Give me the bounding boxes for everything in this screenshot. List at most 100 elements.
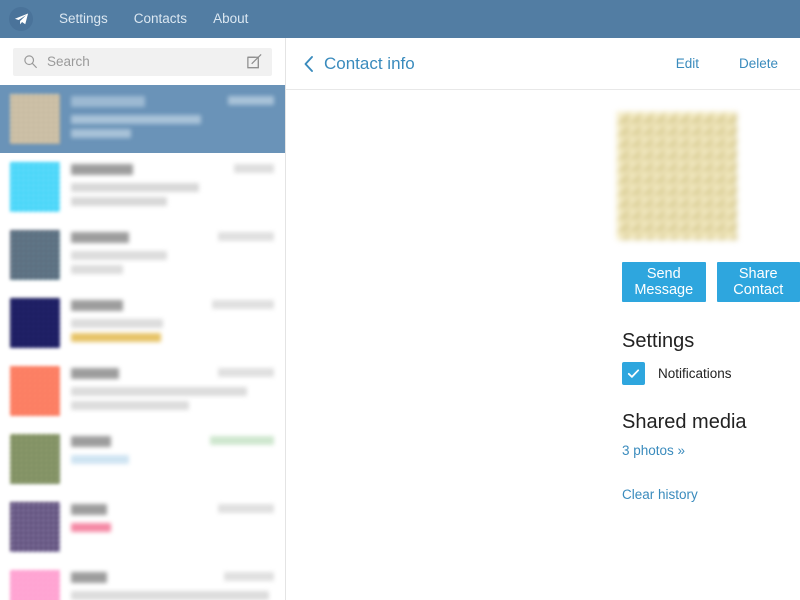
chat-title-row	[71, 232, 274, 251]
top-menu-items: Settings Contacts About	[46, 0, 261, 38]
chat-preview-redacted	[71, 401, 189, 410]
check-icon	[627, 369, 640, 378]
chat-preview-redacted	[71, 265, 123, 274]
chat-title-row	[71, 96, 274, 115]
contact-info-content: Send Message Share Contact Settings Noti…	[286, 90, 800, 600]
chat-timestamp-redacted	[218, 368, 274, 377]
chat-list-item[interactable]	[0, 221, 285, 289]
notifications-row[interactable]: Notifications	[622, 362, 800, 385]
chat-name-redacted	[71, 436, 111, 447]
chat-name-redacted	[71, 96, 145, 107]
chat-preview-redacted	[71, 387, 247, 396]
chat-timestamp-redacted	[234, 164, 274, 173]
chat-preview-redacted	[71, 455, 129, 464]
contact-action-buttons: Send Message Share Contact	[286, 262, 800, 302]
header-actions: Edit Delete	[636, 56, 778, 71]
contact-photo[interactable]	[617, 112, 737, 240]
contact-summary	[286, 112, 800, 240]
chat-list-item[interactable]	[0, 85, 285, 153]
menu-item-about[interactable]: About	[200, 0, 261, 38]
menu-item-contacts[interactable]: Contacts	[121, 0, 200, 38]
clear-history-section: Clear history	[286, 487, 800, 502]
chat-name-redacted	[71, 300, 123, 311]
chat-timestamp-redacted	[212, 300, 274, 309]
chat-title-row	[71, 436, 274, 455]
send-message-button[interactable]: Send Message	[622, 262, 706, 302]
shared-photos-link[interactable]: 3 photos »	[622, 443, 800, 458]
chat-preview-redacted	[71, 183, 199, 192]
chat-meta	[71, 94, 274, 143]
chat-list-item[interactable]	[0, 561, 285, 600]
chat-avatar	[10, 570, 60, 600]
chat-preview-redacted	[71, 591, 269, 600]
chat-preview-redacted	[71, 115, 201, 124]
chat-preview-redacted	[71, 197, 167, 206]
top-menu-bar: Settings Contacts About	[0, 0, 800, 38]
chat-meta	[71, 570, 274, 600]
contact-info-header: Contact info Edit Delete	[286, 38, 800, 90]
search-box[interactable]	[13, 47, 272, 76]
page-title[interactable]: Contact info	[324, 54, 415, 74]
search-input[interactable]	[47, 54, 240, 69]
chat-timestamp-redacted	[224, 572, 274, 581]
main-body: Contact info Edit Delete	[0, 38, 800, 600]
settings-section: Settings Notifications	[286, 330, 800, 385]
chat-meta	[71, 162, 274, 211]
menu-item-settings[interactable]: Settings	[46, 0, 121, 38]
chat-name-redacted	[71, 504, 107, 515]
share-contact-button[interactable]: Share Contact	[716, 262, 800, 302]
chat-avatar	[10, 162, 60, 212]
edit-button[interactable]: Edit	[676, 56, 699, 71]
chat-meta	[71, 298, 274, 347]
search-icon	[24, 55, 37, 69]
chat-timestamp-redacted	[210, 436, 274, 445]
chat-avatar	[10, 434, 60, 484]
settings-section-title: Settings	[622, 330, 695, 352]
shared-media-section-title: Shared media	[622, 411, 747, 433]
chat-preview-redacted	[71, 319, 163, 328]
chat-list-item[interactable]	[0, 425, 285, 493]
compose-icon[interactable]	[246, 53, 264, 70]
telegram-desktop-window: Settings Contacts About Search Contact i…	[0, 0, 800, 600]
notifications-label: Notifications	[658, 366, 732, 381]
chat-title-row	[71, 572, 274, 591]
chat-name-redacted	[71, 164, 133, 175]
delete-button[interactable]: Delete	[739, 56, 778, 71]
search-row	[0, 38, 285, 85]
clear-history-link[interactable]: Clear history	[622, 487, 800, 502]
chat-meta	[71, 434, 274, 469]
chat-sidebar	[0, 38, 286, 600]
chat-name-redacted	[71, 368, 119, 379]
back-chevron-icon[interactable]	[303, 55, 315, 73]
chat-title-row	[71, 300, 274, 319]
chat-title-row	[71, 164, 274, 183]
chat-meta	[71, 230, 274, 279]
chat-list-item[interactable]	[0, 493, 285, 561]
chat-list-item[interactable]	[0, 289, 285, 357]
chat-avatar	[10, 502, 60, 552]
chat-avatar	[10, 366, 60, 416]
chat-preview-redacted	[71, 129, 131, 138]
chat-list-item[interactable]	[0, 153, 285, 221]
chat-avatar	[10, 230, 60, 280]
contact-info-panel: Contact info Edit Delete Send Message Sh…	[286, 38, 800, 600]
chat-avatar	[10, 298, 60, 348]
notifications-checkbox[interactable]	[622, 362, 645, 385]
contact-fields	[737, 112, 800, 240]
chat-name-redacted	[71, 232, 129, 243]
chat-preview-redacted	[71, 251, 167, 260]
chat-timestamp-redacted	[218, 232, 274, 241]
chat-meta	[71, 502, 274, 537]
chat-timestamp-redacted	[228, 96, 274, 105]
chat-list-item[interactable]	[0, 357, 285, 425]
chat-title-row	[71, 504, 274, 523]
paper-plane-icon	[14, 13, 28, 24]
chat-preview-redacted	[71, 523, 111, 532]
chat-meta	[71, 366, 274, 415]
chat-avatar	[10, 94, 60, 144]
chat-preview-redacted	[71, 333, 161, 342]
chat-name-redacted	[71, 572, 107, 583]
app-logo	[9, 7, 33, 31]
chat-list[interactable]	[0, 85, 285, 600]
shared-media-section: Shared media 3 photos »	[286, 411, 800, 458]
